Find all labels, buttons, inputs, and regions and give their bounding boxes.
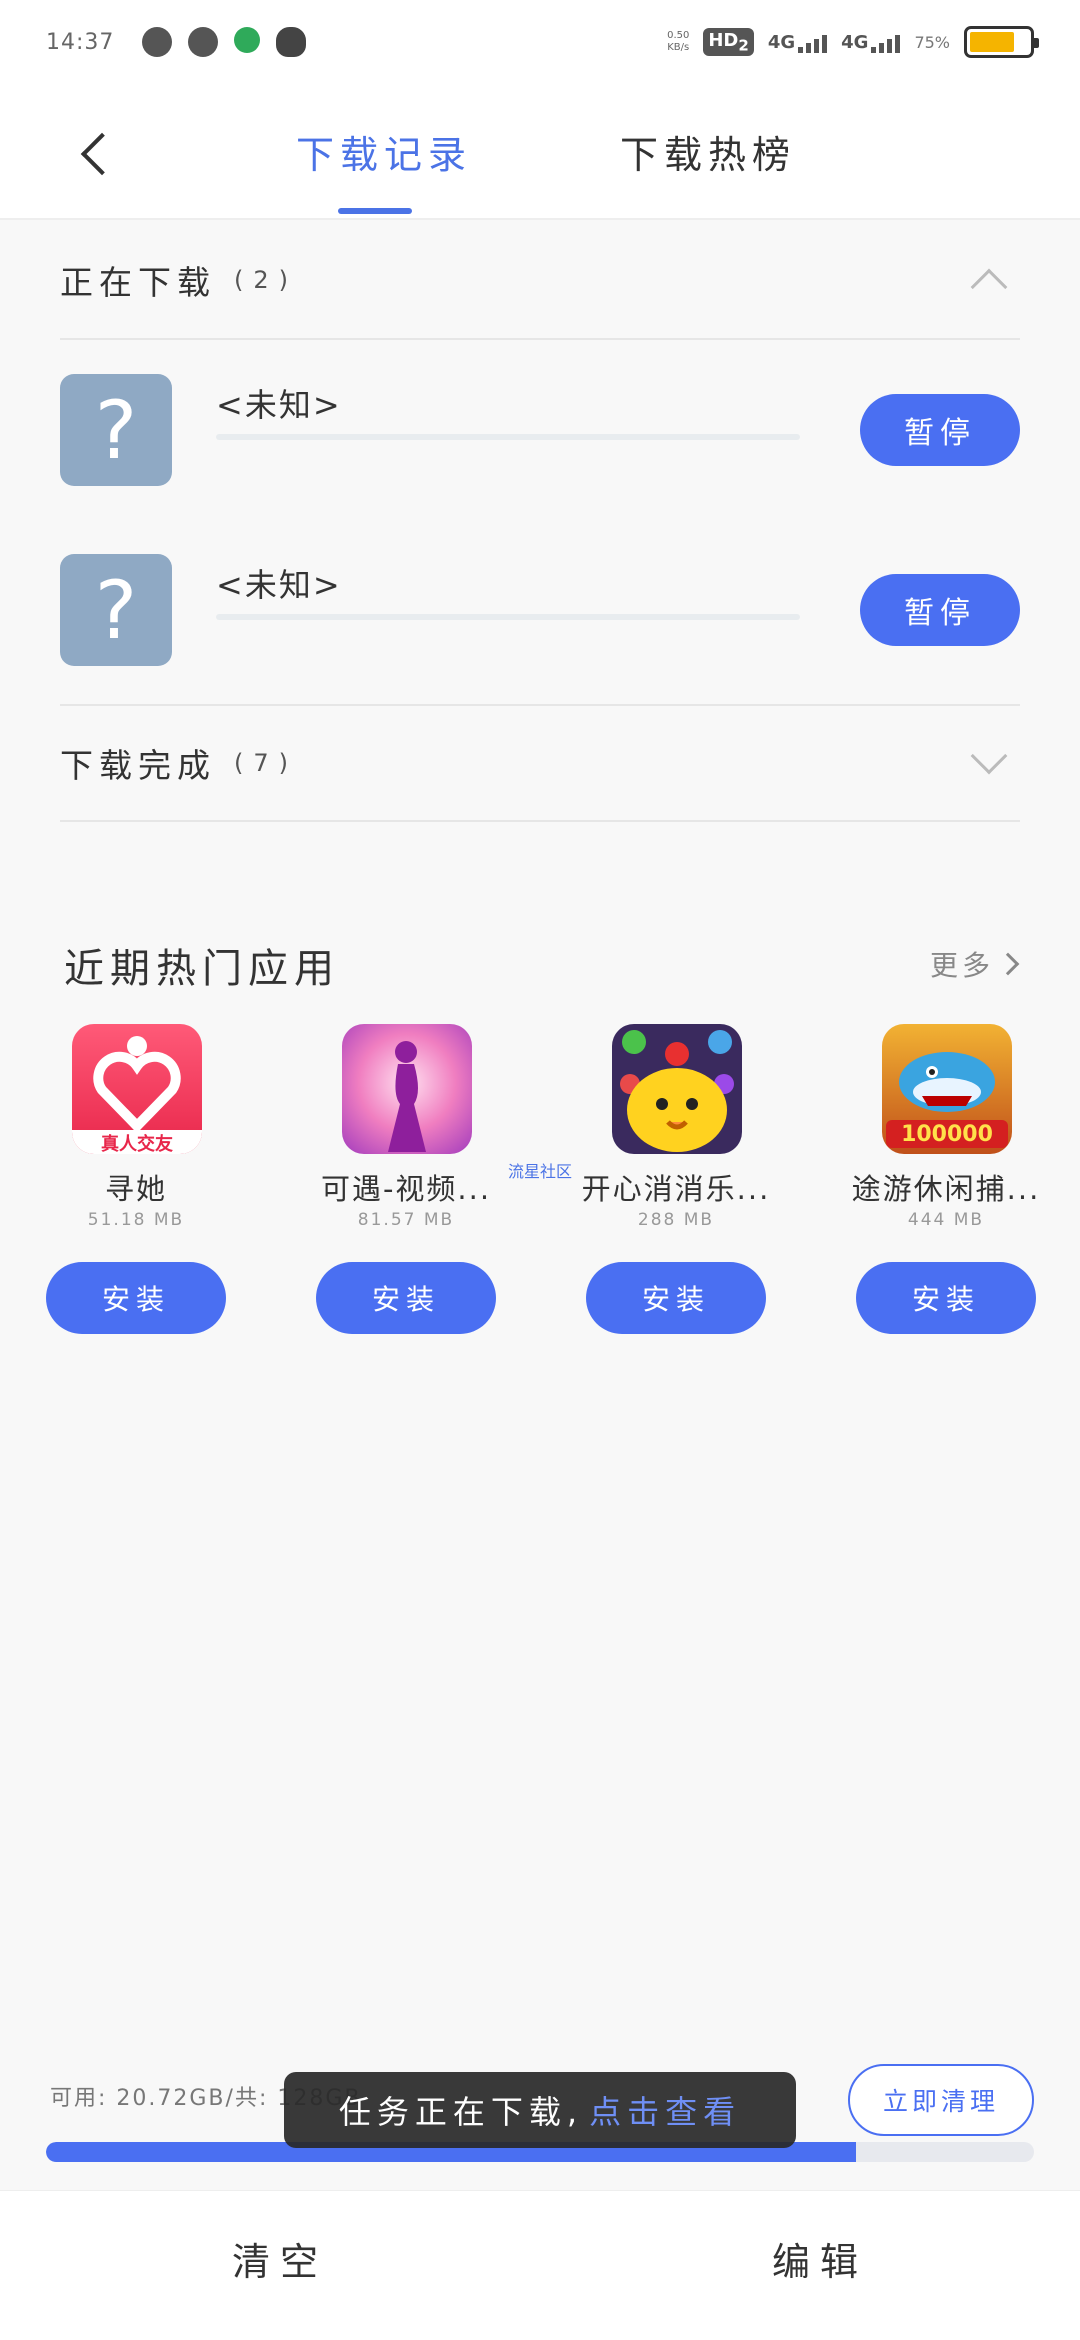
app-size: 444 MB bbox=[907, 1210, 985, 1230]
status-time: 14:37 bbox=[46, 29, 115, 55]
unknown-app-icon: ? bbox=[60, 554, 172, 666]
app-icon-xunta[interactable]: 真人交友 bbox=[72, 1024, 202, 1154]
expand-chevron-down-icon bbox=[970, 737, 1008, 775]
install-button[interactable]: 安装 bbox=[856, 1262, 1036, 1334]
silhouette-icon bbox=[388, 1041, 426, 1152]
watermark-text: 流星社区 bbox=[508, 1162, 573, 1181]
install-button[interactable]: 安装 bbox=[586, 1262, 766, 1334]
hot-apps-title: 近期热门应用 bbox=[64, 946, 340, 992]
download-progress-bar bbox=[216, 614, 800, 620]
status-right: 0.50 KB/s HD2 4G 4G 75% bbox=[667, 26, 1039, 58]
clean-now-button[interactable]: 立即清理 bbox=[848, 2064, 1034, 2136]
completed-count: (7) bbox=[234, 749, 298, 777]
downloading-section-header[interactable]: 正在下载 (2) bbox=[60, 222, 1020, 340]
signal-icon-2: 4G bbox=[841, 31, 901, 53]
downloading-title: 正在下载 bbox=[60, 263, 216, 302]
completed-title: 下载完成 bbox=[60, 746, 216, 785]
back-button[interactable] bbox=[70, 124, 124, 184]
battery-icon bbox=[964, 26, 1039, 58]
qq-notification-icon bbox=[276, 27, 307, 57]
edit-button[interactable]: 编辑 bbox=[772, 2231, 868, 2286]
download-item: ? <未知> 暂停 bbox=[60, 374, 1020, 554]
header: 下载记录 下载热榜 bbox=[0, 84, 1080, 220]
app-name: 开心消消乐... bbox=[581, 1172, 771, 1206]
signal-2-label: 4G bbox=[841, 32, 869, 53]
pause-button[interactable]: 暂停 bbox=[860, 574, 1020, 646]
collapse-chevron-up-icon bbox=[970, 268, 1008, 306]
app-icon-keyu[interactable] bbox=[342, 1024, 472, 1154]
back-chevron-icon bbox=[80, 132, 124, 176]
android-notification-icon bbox=[234, 27, 261, 53]
clear-button[interactable]: 清空 bbox=[232, 2231, 328, 2286]
battery-percent: 75% bbox=[914, 32, 950, 52]
app-icon-badge-text: 100000 bbox=[901, 1122, 993, 1147]
speed-notification-icon bbox=[188, 27, 219, 57]
yellow-chick-icon bbox=[620, 1030, 734, 1152]
status-bar: 14:37 0.50 KB/s HD2 4G 4G 75% bbox=[0, 0, 1080, 84]
unknown-app-icon: ? bbox=[60, 374, 172, 486]
download-item-name: <未知> bbox=[216, 566, 342, 604]
toast-view-link[interactable]: 点击查看 bbox=[589, 2087, 741, 2133]
install-button[interactable]: 安装 bbox=[316, 1262, 496, 1334]
active-tab-indicator bbox=[338, 208, 412, 214]
hot-app-card: 100000 途游休闲捕... 444 MB 安装 bbox=[846, 1024, 1046, 1344]
completed-section-header[interactable]: 下载完成 (7) bbox=[60, 704, 1020, 822]
hot-app-card: 开心消消乐... 288 MB 安装 bbox=[576, 1024, 776, 1344]
toast-message: 任务正在下载, bbox=[338, 2093, 584, 2131]
app-size: 81.57 MB bbox=[357, 1210, 455, 1230]
install-button[interactable]: 安装 bbox=[46, 1262, 226, 1334]
more-label: 更多 bbox=[930, 949, 995, 982]
notification-icons bbox=[142, 27, 307, 57]
tab-download-hot-list[interactable]: 下载热榜 bbox=[620, 124, 796, 179]
more-link[interactable]: 更多 bbox=[930, 944, 1020, 984]
app-size: 288 MB bbox=[637, 1210, 715, 1230]
app-icon-fishing[interactable]: 100000 bbox=[882, 1024, 1012, 1154]
app-size: 51.18 MB bbox=[87, 1210, 185, 1230]
download-toast: 任务正在下载, 点击查看 bbox=[284, 2072, 796, 2148]
app-name: 可遇-视频... bbox=[320, 1172, 492, 1206]
app-name: 寻她 bbox=[104, 1172, 167, 1206]
hot-app-card: 可遇-视频... 81.57 MB 安装 bbox=[306, 1024, 506, 1344]
net-speed-unit: KB/s bbox=[667, 42, 690, 53]
download-progress-bar bbox=[216, 434, 800, 440]
pause-button[interactable]: 暂停 bbox=[860, 394, 1020, 466]
signal-1-label: 4G bbox=[767, 32, 796, 53]
hd-icon: HD2 bbox=[703, 27, 754, 57]
chevron-right-icon bbox=[996, 952, 1020, 976]
hd-text: HD bbox=[708, 29, 739, 51]
downloading-count: (2) bbox=[234, 266, 298, 294]
net-speed-value: 0.50 bbox=[667, 30, 690, 41]
hd-sub: 2 bbox=[738, 36, 749, 55]
app-icon-happy-match[interactable] bbox=[612, 1024, 742, 1154]
app-name: 途游休闲捕... bbox=[851, 1172, 1041, 1206]
bottom-action-bar: 清空 编辑 bbox=[0, 2190, 1080, 2340]
download-item-name: <未知> bbox=[216, 386, 342, 424]
app-icon-badge-text: 真人交友 bbox=[101, 1134, 173, 1154]
hot-app-card: 真人交友 寻她 51.18 MB 安装 bbox=[36, 1024, 236, 1344]
signal-icon-1: 4G bbox=[767, 31, 828, 53]
tab-download-records[interactable]: 下载记录 bbox=[296, 124, 472, 179]
net-speed: 0.50 KB/s bbox=[667, 30, 689, 54]
app-notification-icon bbox=[142, 27, 173, 57]
